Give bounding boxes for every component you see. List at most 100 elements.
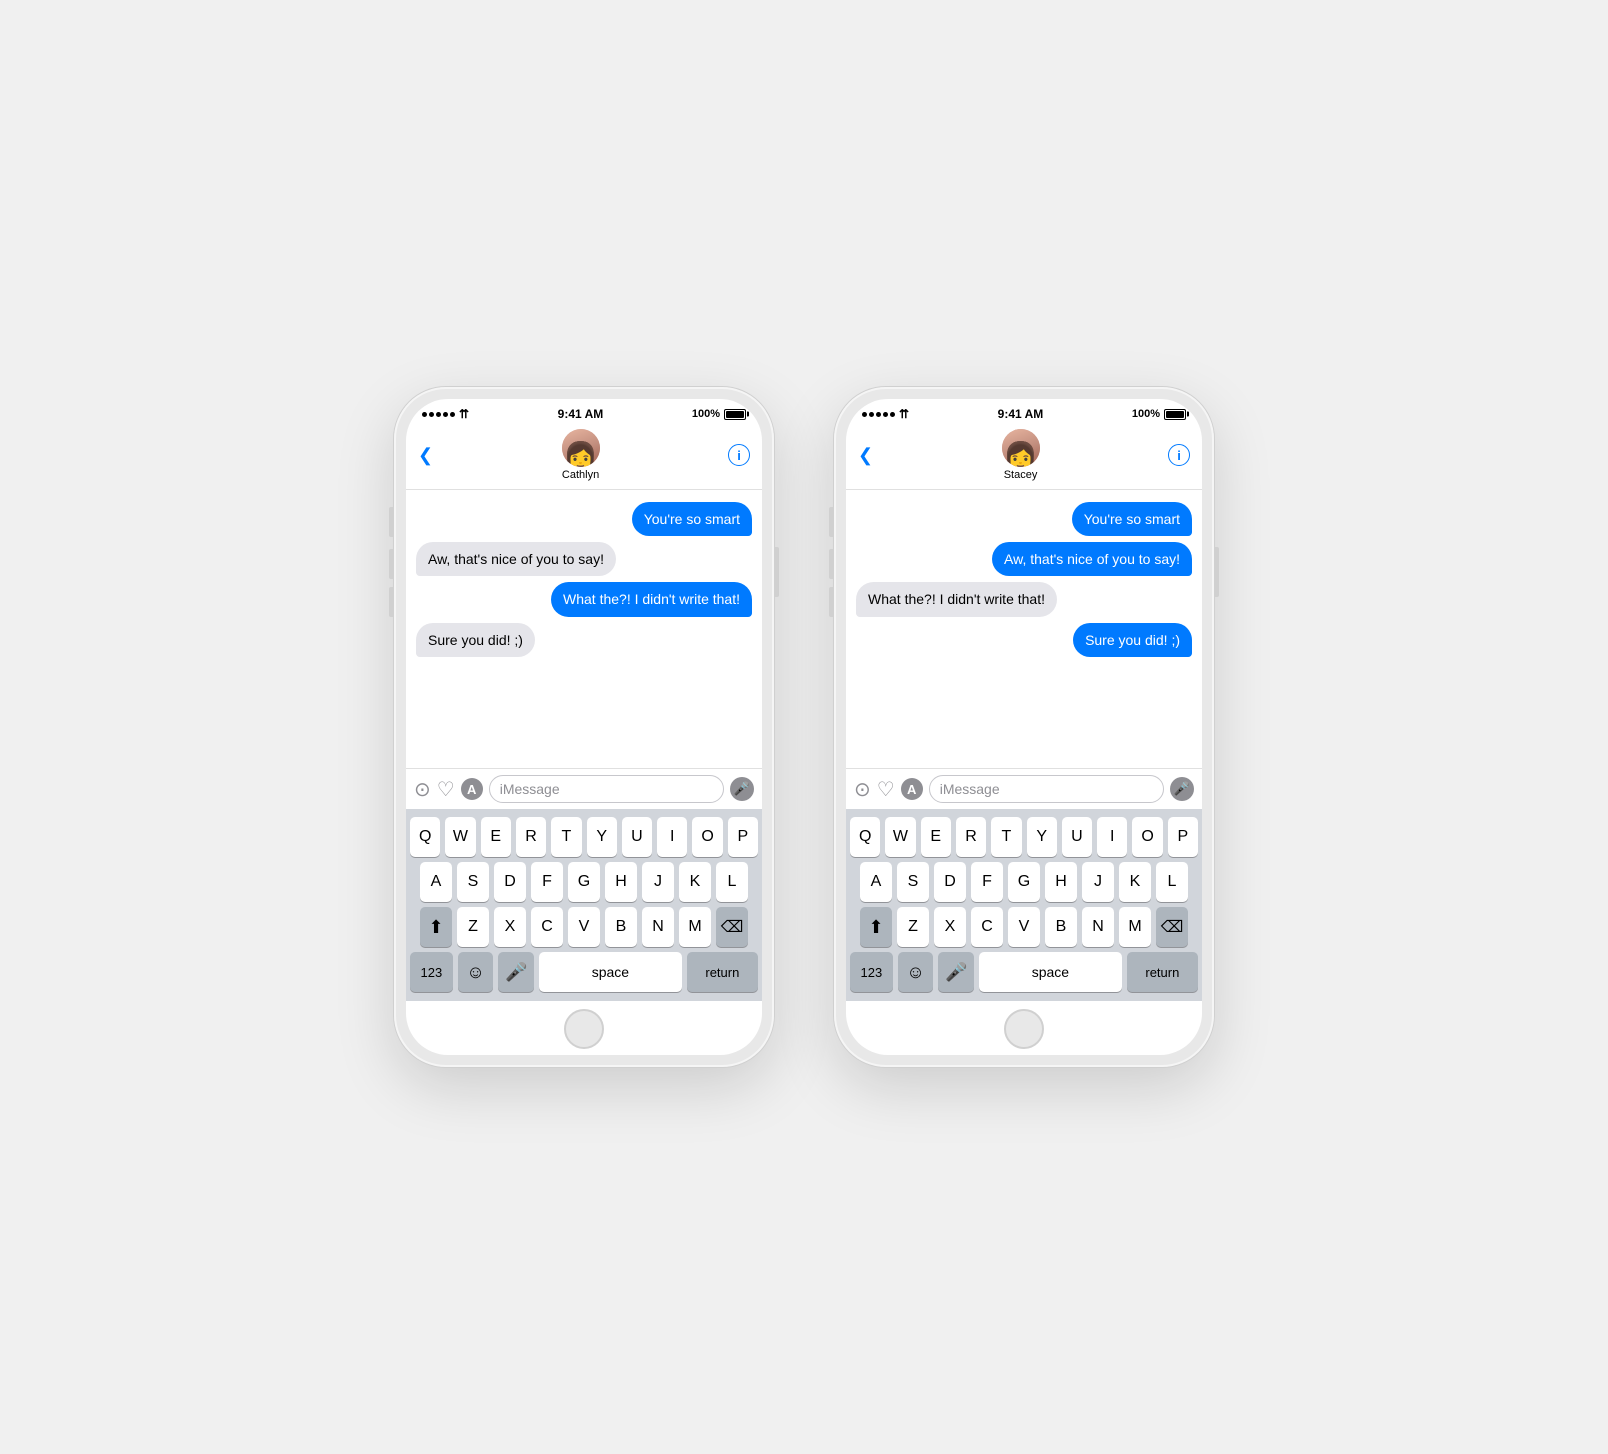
- heart-icon[interactable]: ♡: [437, 777, 455, 802]
- key-i[interactable]: I: [657, 817, 687, 857]
- key-k[interactable]: K: [1119, 862, 1151, 902]
- phone-stacey-inner: ⇈ 9:41 AM 100% ❮ 👩: [846, 399, 1202, 1055]
- key-c[interactable]: C: [531, 907, 563, 947]
- delete-key[interactable]: ⌫: [716, 907, 748, 947]
- battery-fill: [1166, 411, 1184, 418]
- key-t[interactable]: T: [991, 817, 1021, 857]
- nav-center[interactable]: 👩 Stacey: [1002, 429, 1040, 481]
- key-d[interactable]: D: [934, 862, 966, 902]
- contact-name: Stacey: [1004, 469, 1038, 481]
- back-button[interactable]: ❮: [418, 445, 433, 466]
- key-d[interactable]: D: [494, 862, 526, 902]
- shift-key[interactable]: ⬆: [860, 907, 892, 947]
- key-row-2: A S D F G H J K L: [850, 862, 1198, 902]
- camera-icon[interactable]: ⊙: [854, 777, 871, 802]
- signal-dot: [890, 412, 895, 417]
- key-s[interactable]: S: [897, 862, 929, 902]
- key-p[interactable]: P: [1168, 817, 1198, 857]
- key-o[interactable]: O: [1132, 817, 1162, 857]
- key-z[interactable]: Z: [457, 907, 489, 947]
- home-button[interactable]: [564, 1009, 604, 1049]
- key-c[interactable]: C: [971, 907, 1003, 947]
- mic-icon[interactable]: 🎤: [730, 777, 754, 801]
- key-n[interactable]: N: [642, 907, 674, 947]
- phone-stacey: ⇈ 9:41 AM 100% ❮ 👩: [834, 387, 1214, 1067]
- imessage-input[interactable]: iMessage: [929, 775, 1164, 803]
- mic-key[interactable]: 🎤: [938, 952, 974, 992]
- number-key[interactable]: 123: [850, 952, 893, 992]
- key-g[interactable]: G: [1008, 862, 1040, 902]
- key-i[interactable]: I: [1097, 817, 1127, 857]
- key-y[interactable]: Y: [1027, 817, 1057, 857]
- avatar: 👩: [562, 429, 600, 467]
- avatar-image: 👩: [562, 429, 600, 467]
- key-l[interactable]: L: [1156, 862, 1188, 902]
- bubble-sent: You're so smart: [632, 502, 752, 536]
- key-x[interactable]: X: [934, 907, 966, 947]
- emoji-key[interactable]: ☺: [458, 952, 494, 992]
- time-display: 9:41 AM: [558, 407, 604, 421]
- key-x[interactable]: X: [494, 907, 526, 947]
- camera-icon[interactable]: ⊙: [414, 777, 431, 802]
- heart-icon[interactable]: ♡: [877, 777, 895, 802]
- return-key[interactable]: return: [1127, 952, 1198, 992]
- nav-center[interactable]: 👩 Cathlyn: [562, 429, 600, 481]
- key-o[interactable]: O: [692, 817, 722, 857]
- key-r[interactable]: R: [956, 817, 986, 857]
- key-a[interactable]: A: [420, 862, 452, 902]
- key-v[interactable]: V: [1008, 907, 1040, 947]
- delete-key[interactable]: ⌫: [1156, 907, 1188, 947]
- key-u[interactable]: U: [1062, 817, 1092, 857]
- key-j[interactable]: J: [642, 862, 674, 902]
- key-u[interactable]: U: [622, 817, 652, 857]
- key-p[interactable]: P: [728, 817, 758, 857]
- emoji-key[interactable]: ☺: [898, 952, 934, 992]
- key-m[interactable]: M: [1119, 907, 1151, 947]
- key-l[interactable]: L: [716, 862, 748, 902]
- mic-icon[interactable]: 🎤: [1170, 777, 1194, 801]
- key-q[interactable]: Q: [850, 817, 880, 857]
- apps-icon[interactable]: A: [901, 778, 923, 800]
- apps-icon[interactable]: A: [461, 778, 483, 800]
- key-g[interactable]: G: [568, 862, 600, 902]
- key-s[interactable]: S: [457, 862, 489, 902]
- info-button[interactable]: i: [1168, 444, 1190, 466]
- key-b[interactable]: B: [605, 907, 637, 947]
- key-j[interactable]: J: [1082, 862, 1114, 902]
- key-k[interactable]: K: [679, 862, 711, 902]
- mic-key[interactable]: 🎤: [498, 952, 534, 992]
- key-h[interactable]: H: [1045, 862, 1077, 902]
- key-m[interactable]: M: [679, 907, 711, 947]
- key-h[interactable]: H: [605, 862, 637, 902]
- info-button[interactable]: i: [728, 444, 750, 466]
- key-v[interactable]: V: [568, 907, 600, 947]
- shift-key[interactable]: ⬆: [420, 907, 452, 947]
- key-row-1: Q W E R T Y U I O P: [850, 817, 1198, 857]
- battery-icon: [724, 409, 746, 420]
- key-f[interactable]: F: [531, 862, 563, 902]
- avatar: 👩: [1002, 429, 1040, 467]
- key-y[interactable]: Y: [587, 817, 617, 857]
- status-left: ⇈: [422, 407, 469, 421]
- key-w[interactable]: W: [445, 817, 475, 857]
- key-e[interactable]: E: [921, 817, 951, 857]
- space-key[interactable]: space: [979, 952, 1122, 992]
- key-w[interactable]: W: [885, 817, 915, 857]
- imessage-input[interactable]: iMessage: [489, 775, 724, 803]
- key-q[interactable]: Q: [410, 817, 440, 857]
- space-key[interactable]: space: [539, 952, 682, 992]
- status-left: ⇈: [862, 407, 909, 421]
- number-key[interactable]: 123: [410, 952, 453, 992]
- key-t[interactable]: T: [551, 817, 581, 857]
- messages-area-cathlyn: You're so smart Aw, that's nice of you t…: [406, 490, 762, 768]
- key-a[interactable]: A: [860, 862, 892, 902]
- key-f[interactable]: F: [971, 862, 1003, 902]
- home-button[interactable]: [1004, 1009, 1044, 1049]
- key-e[interactable]: E: [481, 817, 511, 857]
- key-z[interactable]: Z: [897, 907, 929, 947]
- back-button[interactable]: ❮: [858, 445, 873, 466]
- key-r[interactable]: R: [516, 817, 546, 857]
- return-key[interactable]: return: [687, 952, 758, 992]
- key-n[interactable]: N: [1082, 907, 1114, 947]
- key-b[interactable]: B: [1045, 907, 1077, 947]
